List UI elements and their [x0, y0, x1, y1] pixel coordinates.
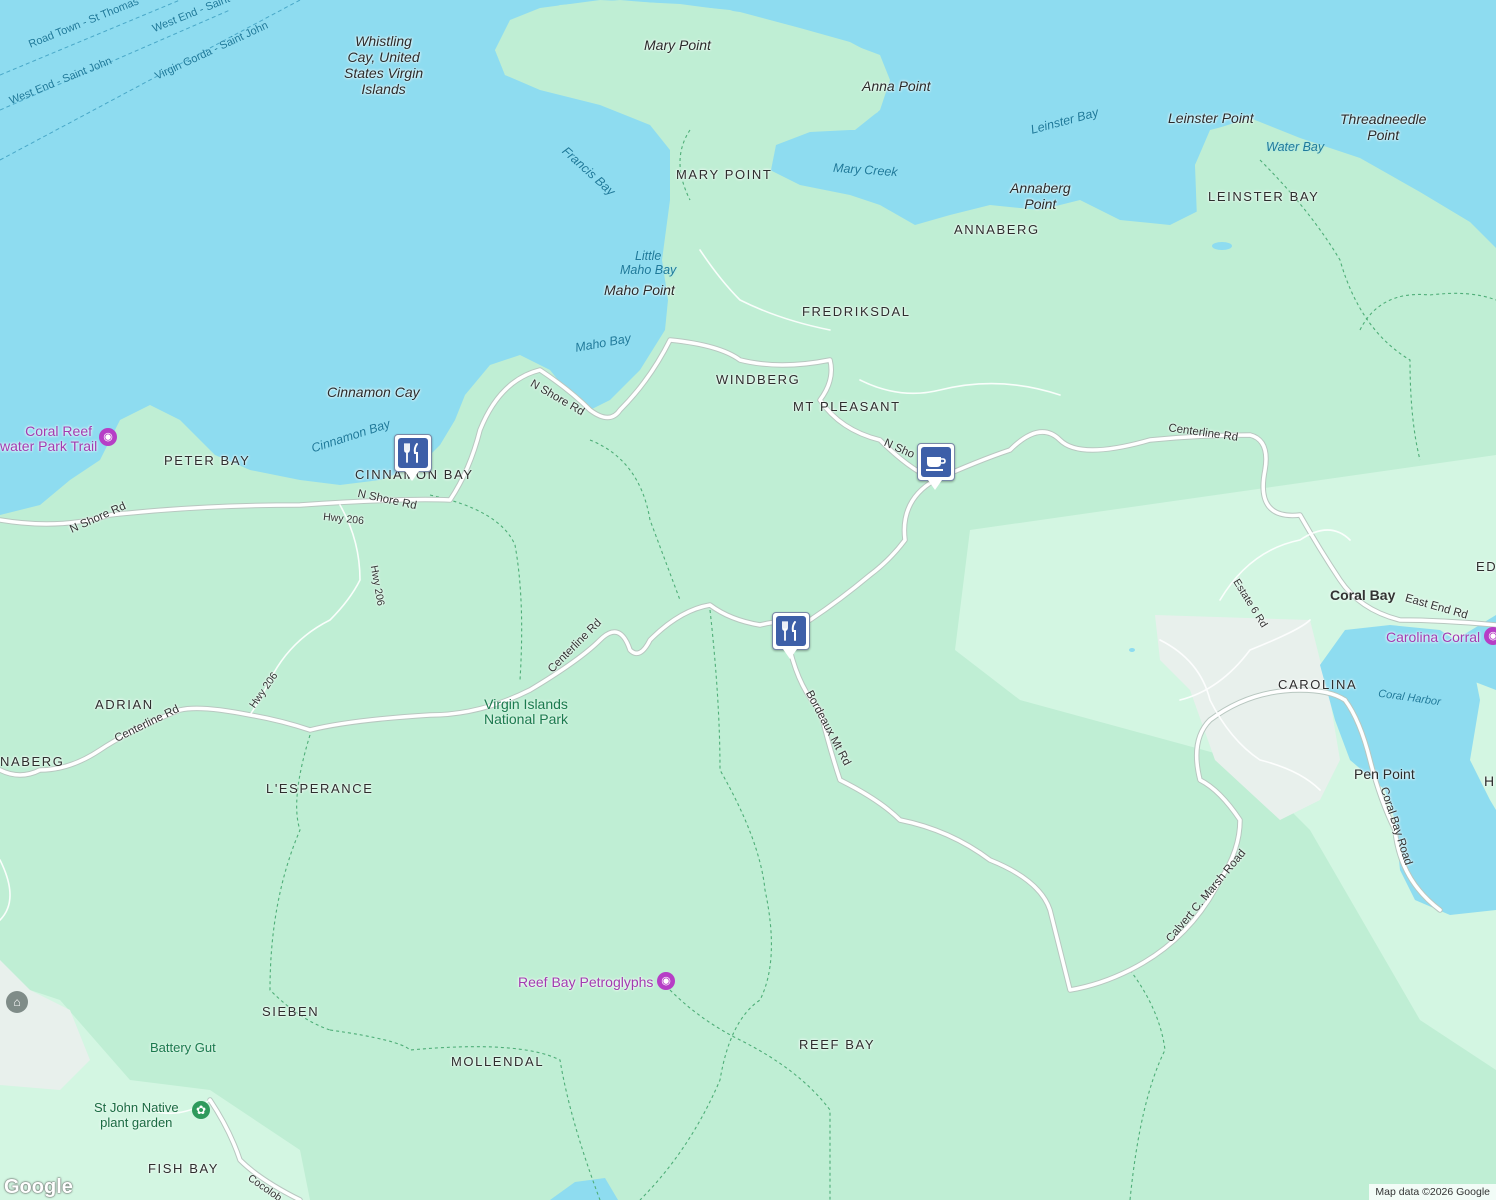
hood-adrian: ADRIAN: [95, 697, 154, 712]
poi-reef-bay-petroglyphs[interactable]: Reef Bay Petroglyphs: [518, 974, 653, 990]
hood-annaberg: ANNABERG: [954, 222, 1040, 237]
restaurant-marker[interactable]: [772, 612, 810, 662]
hood-mary-point: MARY POINT: [676, 167, 773, 182]
place-whistling-cay: Whistling Cay, United States Virgin Isla…: [344, 33, 424, 97]
hood-ed: ED: [1476, 559, 1496, 574]
camera-icon[interactable]: ◉: [654, 972, 675, 990]
water-label-little-maho-bay: Little Maho Bay: [620, 249, 677, 277]
poi-carolina-corral[interactable]: Carolina Corral: [1386, 629, 1480, 645]
hood-carolina: CAROLINA: [1278, 677, 1358, 692]
map-canvas[interactable]: Road Town - St Thomas West End - Saint J…: [0, 0, 1496, 1200]
hood-lesperance: L'ESPERANCE: [266, 781, 374, 796]
hood-sieben: SIEBEN: [262, 1004, 320, 1019]
fork-knife-icon: [404, 443, 418, 463]
coffee-cup-icon: [926, 457, 946, 471]
restaurant-marker[interactable]: [394, 434, 432, 484]
place-leinster-point: Leinster Point: [1168, 110, 1254, 126]
garden-flower-icon[interactable]: ✿: [192, 1101, 210, 1119]
place-coral-bay: Coral Bay: [1330, 587, 1396, 603]
place-threadneedle-point: Threadneedle Point: [1340, 111, 1427, 143]
place-mary-point: Mary Point: [644, 37, 711, 53]
park-st-john-garden[interactable]: St John Native plant garden: [94, 1100, 179, 1130]
place-cinnamon-cay: Cinnamon Cay: [327, 384, 420, 400]
hood-windberg: WINDBERG: [716, 372, 801, 387]
hood-reef-bay: REEF BAY: [799, 1037, 876, 1052]
google-logo[interactable]: Google: [4, 1176, 73, 1199]
park-battery-gut[interactable]: Battery Gut: [150, 1040, 216, 1055]
water-label-water-bay: Water Bay: [1266, 140, 1325, 154]
hood-fish-bay: FISH BAY: [148, 1161, 220, 1176]
fork-knife-icon: [782, 621, 796, 641]
hood-peter-bay: PETER BAY: [164, 453, 251, 468]
place-anna-point: Anna Point: [862, 78, 931, 94]
cafe-marker[interactable]: [917, 443, 955, 493]
poi-coral-reef-trail[interactable]: Coral Reef water Park Trail: [0, 424, 97, 454]
place-annaberg-point: Annaberg Point: [1010, 180, 1071, 212]
camera-icon[interactable]: ◉: [96, 428, 117, 446]
park-vinp[interactable]: Virgin Islands National Park: [484, 697, 568, 727]
hood-mt-pleasant: MT PLEASANT: [793, 399, 901, 414]
hood-mollendal: MOLLENDAL: [451, 1054, 545, 1069]
place-maho-point: Maho Point: [604, 282, 675, 298]
place-h: H: [1484, 773, 1495, 789]
hood-fredriksdal: FREDRIKSDAL: [802, 304, 911, 319]
place-pen-point: Pen Point: [1354, 766, 1415, 782]
school-icon[interactable]: ⌂: [6, 991, 28, 1013]
map-attribution[interactable]: Map data ©2026 Google: [1369, 1184, 1496, 1200]
hood-naberg: NABERG: [0, 754, 65, 769]
hood-leinster-bay: LEINSTER BAY: [1208, 189, 1320, 204]
camera-icon[interactable]: ◉: [1481, 627, 1496, 645]
